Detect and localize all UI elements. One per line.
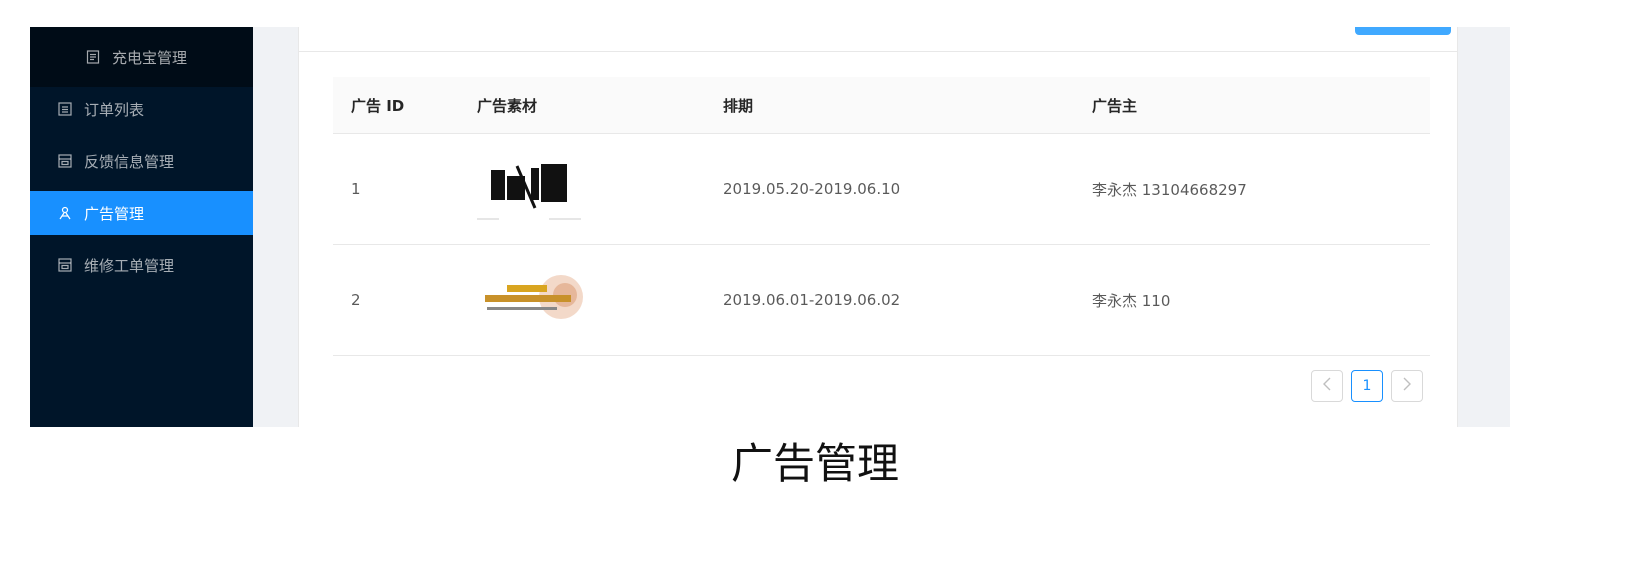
sidebar-item-label: 反馈信息管理 [84, 152, 175, 171]
sidebar-submenu-power-bank[interactable]: 充电宝管理 [30, 27, 253, 87]
figure-caption: 广告管理 [730, 439, 899, 488]
sidebar-item-label: 维修工单管理 [84, 256, 175, 275]
cell-id: 1 [351, 180, 361, 198]
column-header-advertiser: 广告主 [1092, 96, 1138, 115]
next-page-button[interactable] [1391, 370, 1423, 402]
add-ad-button[interactable] [1355, 27, 1451, 35]
cell-material [477, 267, 723, 333]
table-row: 2 2019.06.01-2019.06.02 李永杰 110 [333, 245, 1430, 356]
admin-screenshot: 充电宝管理 订单列表 反馈信息管理 广告管理 维修工单管理 广告 ID 广告素材… [30, 27, 1510, 427]
sidebar: 充电宝管理 订单列表 反馈信息管理 广告管理 维修工单管理 [30, 27, 253, 427]
ads-table: 广告 ID 广告素材 排期 广告主 1 2019.05.20-2019.06.1… [333, 77, 1430, 356]
sidebar-item-label: 订单列表 [84, 100, 145, 119]
file-icon [86, 50, 100, 64]
list-icon [58, 102, 72, 116]
chevron-right-icon [1402, 377, 1412, 395]
sidebar-item-label: 广告管理 [84, 204, 145, 223]
cell-schedule: 2019.06.01-2019.06.02 [723, 291, 901, 309]
table-row: 1 2019.05.20-2019.06.10 李永杰 13104668297 [333, 134, 1430, 245]
table-header: 广告 ID 广告素材 排期 广告主 [333, 77, 1430, 134]
content-card: 广告 ID 广告素材 排期 广告主 1 2019.05.20-2019.06.1… [298, 27, 1458, 427]
pagination: 1 [1311, 370, 1423, 402]
chevron-left-icon [1322, 377, 1332, 395]
prev-page-button[interactable] [1311, 370, 1343, 402]
form-icon [58, 258, 72, 272]
form-icon [58, 154, 72, 168]
card-divider [299, 51, 1457, 52]
team-icon [58, 206, 72, 220]
cell-material [477, 156, 723, 222]
cell-schedule: 2019.05.20-2019.06.10 [723, 180, 901, 198]
page-number-button[interactable]: 1 [1351, 370, 1383, 402]
column-header-material: 广告素材 [477, 96, 538, 115]
cell-id: 2 [351, 291, 361, 309]
recruit-poster-image[interactable] [477, 156, 583, 222]
column-header-id: 广告 ID [351, 96, 405, 115]
sidebar-item-feedback[interactable]: 反馈信息管理 [30, 139, 253, 183]
sidebar-item-ads[interactable]: 广告管理 [30, 191, 253, 235]
sidebar-submenu-label: 充电宝管理 [112, 48, 188, 67]
cell-advertiser: 李永杰 110 [1092, 291, 1171, 310]
blog-banner-image[interactable] [477, 267, 583, 333]
sidebar-item-repair-orders[interactable]: 维修工单管理 [30, 243, 253, 287]
sidebar-item-orders[interactable]: 订单列表 [30, 87, 253, 131]
column-header-schedule: 排期 [723, 96, 754, 115]
cell-advertiser: 李永杰 13104668297 [1092, 180, 1247, 199]
layout-gap [253, 27, 271, 427]
